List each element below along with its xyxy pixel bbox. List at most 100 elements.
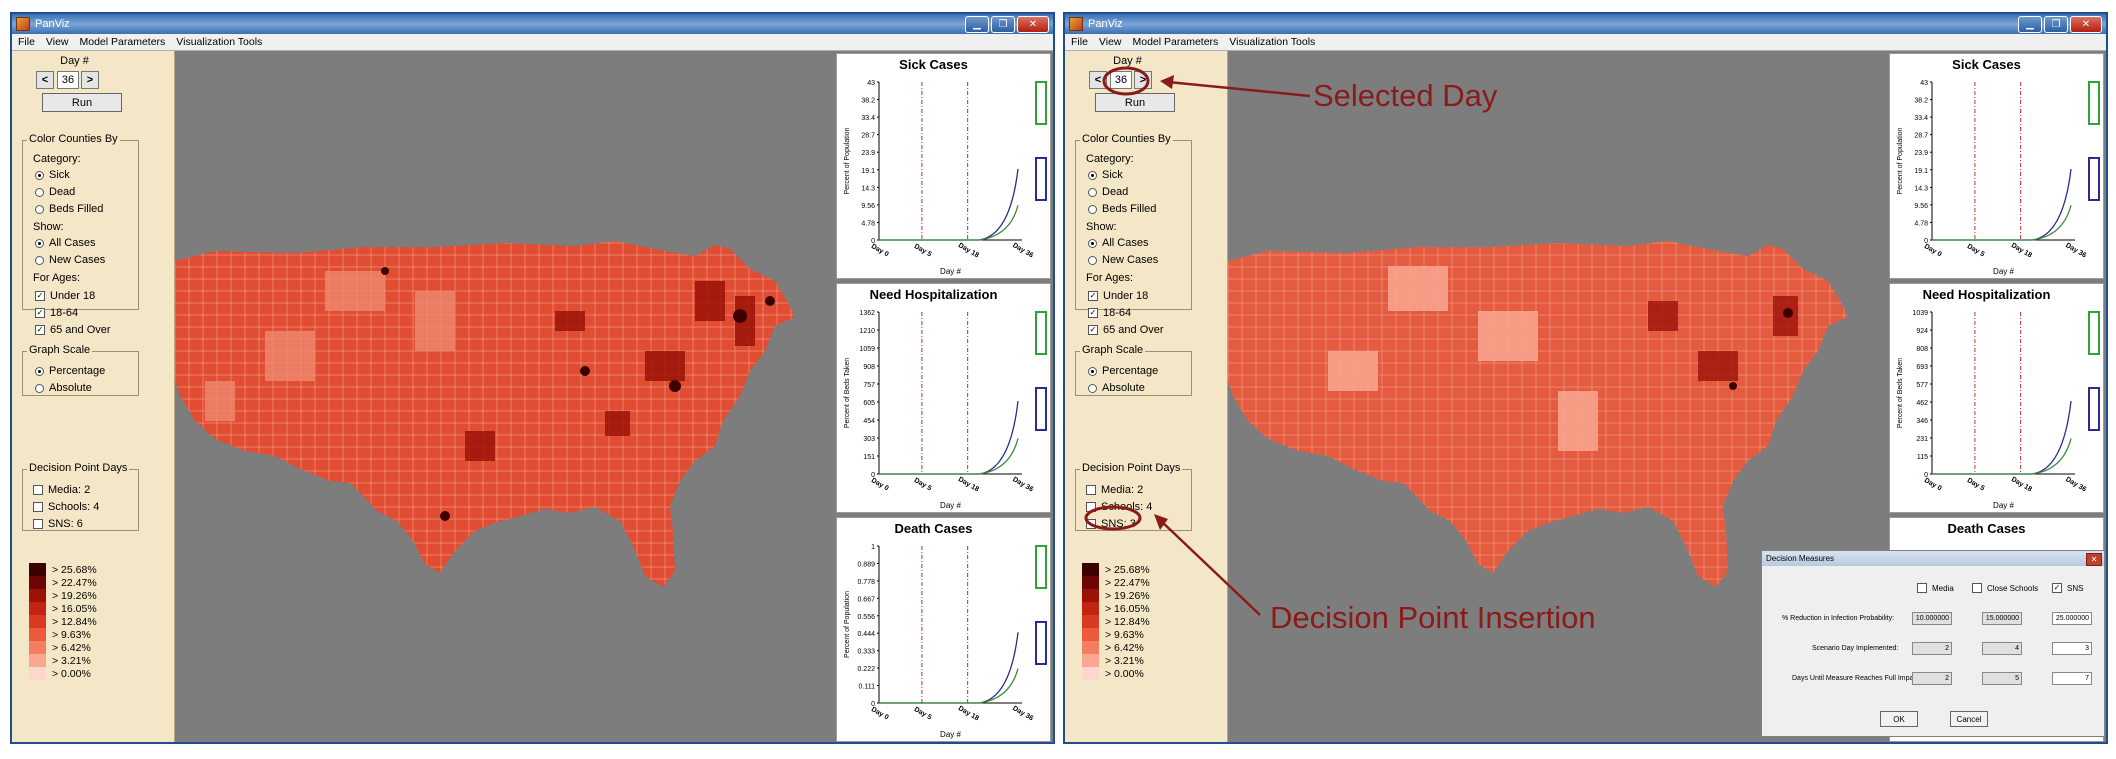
y-tick-label: 38.2 <box>1914 98 1928 105</box>
cancel-button[interactable]: Cancel <box>1950 711 1988 727</box>
legend-green-tag <box>1035 311 1047 355</box>
check-media[interactable]: Media: 2 <box>33 484 90 496</box>
y-axis-label: Percent of Population <box>1897 127 1904 194</box>
reduction-sns-field[interactable]: 25.000000 <box>2052 612 2092 625</box>
radio-percentage[interactable]: Percentage <box>1088 365 1158 377</box>
day-schools-field[interactable]: 4 <box>1982 642 2022 655</box>
menu-visualization-tools[interactable]: Visualization Tools <box>176 36 262 48</box>
check-under-18[interactable]: ✓ Under 18 <box>1088 290 1148 302</box>
close-button[interactable]: ✕ <box>2070 15 2102 33</box>
check-measure-media[interactable]: Media <box>1917 583 1954 593</box>
checkbox-label: 18-64 <box>1103 307 1132 319</box>
title-bar[interactable]: PanViz ▁ ❐ ✕ <box>12 14 1053 34</box>
minimize-button[interactable]: ▁ <box>2018 15 2042 33</box>
days-full-sns-field[interactable]: 7 <box>2052 672 2092 685</box>
title-bar[interactable]: PanViz ▁ ❐ ✕ <box>1065 14 2106 34</box>
radio-dead[interactable]: Dead <box>1088 186 1128 198</box>
radio-icon <box>1088 170 1097 180</box>
y-tick-label: 28.7 <box>1914 133 1928 140</box>
menu-visualization-tools[interactable]: Visualization Tools <box>1229 36 1315 48</box>
series-line-green <box>879 438 1019 475</box>
menu-file[interactable]: File <box>18 36 35 48</box>
reduction-schools-field[interactable]: 15.000000 <box>1982 612 2022 625</box>
legend-label: > 22.47% <box>1105 576 1150 589</box>
check-schools[interactable]: Schools: 4 <box>33 501 99 513</box>
y-tick-label: 4.78 <box>861 220 875 227</box>
close-button[interactable]: ✕ <box>1017 15 1049 33</box>
x-tick-label: Day 18 <box>957 476 980 493</box>
dialog-close-icon[interactable]: ✕ <box>2086 553 2102 566</box>
check-18-64[interactable]: ✓ 18-64 <box>1088 307 1131 319</box>
window-title: PanViz <box>1088 18 1123 30</box>
radio-all-cases[interactable]: All Cases <box>1088 237 1148 249</box>
legend-green-tag <box>1035 545 1047 589</box>
check-media[interactable]: Media: 2 <box>1086 484 1143 496</box>
legend-swatch <box>29 563 46 576</box>
radio-label: Dead <box>1102 186 1129 198</box>
hotspot <box>669 380 681 392</box>
minimize-button[interactable]: ▁ <box>965 15 989 33</box>
radio-label: All Cases <box>1102 237 1149 249</box>
y-tick-label: 1362 <box>859 310 875 317</box>
radio-label: Sick <box>49 169 70 181</box>
check-under-18[interactable]: ✓ Under 18 <box>35 290 95 302</box>
check-measure-sns[interactable]: ✓ SNS <box>2052 583 2083 593</box>
region-light <box>1558 391 1598 451</box>
x-tick-label: Day 5 <box>913 243 933 258</box>
radio-absolute[interactable]: Absolute <box>35 382 92 394</box>
dialog-title: Decision Measures <box>1762 551 2104 566</box>
series-line-blue <box>879 401 1019 475</box>
day-input[interactable]: 36 <box>57 71 79 89</box>
color-counties-group: Color Counties By Category: Sick Dead Be… <box>22 133 139 336</box>
run-button[interactable]: Run <box>42 93 122 112</box>
y-tick-label: 38.2 <box>861 98 875 105</box>
check-65-over[interactable]: ✓ 65 and Over <box>35 324 111 336</box>
radio-beds-filled[interactable]: Beds Filled <box>35 203 103 215</box>
radio-absolute[interactable]: Absolute <box>1088 382 1145 394</box>
region-dark <box>605 411 630 436</box>
check-sns[interactable]: SNS: 6 <box>33 518 83 530</box>
days-full-media-field[interactable]: 2 <box>1912 672 1952 685</box>
x-axis-label: Day # <box>1993 267 2014 276</box>
check-measure-close-schools[interactable]: Close Schools <box>1972 583 2038 593</box>
region-light <box>1328 351 1378 391</box>
legend-label: > 19.26% <box>52 589 97 602</box>
checkbox-icon <box>1972 583 1982 593</box>
days-full-schools-field[interactable]: 5 <box>1982 672 2022 685</box>
radio-all-cases[interactable]: All Cases <box>35 237 95 249</box>
radio-new-cases[interactable]: New Cases <box>1088 254 1158 266</box>
maximize-button[interactable]: ❐ <box>991 15 1015 33</box>
reduction-media-field[interactable]: 10.000000 <box>1912 612 1952 625</box>
y-tick-label: 454 <box>863 418 875 425</box>
radio-sick[interactable]: Sick <box>35 169 70 181</box>
day-sns-field[interactable]: 3 <box>2052 642 2092 655</box>
menu-view[interactable]: View <box>1099 36 1122 48</box>
legend-swatch <box>1082 589 1099 602</box>
y-tick-label: 1059 <box>859 346 875 353</box>
checkbox-label: Schools: 4 <box>48 501 100 513</box>
radio-dead[interactable]: Dead <box>35 186 75 198</box>
decision-insertion-circle <box>1084 505 1142 531</box>
menu-model-parameters[interactable]: Model Parameters <box>1133 36 1219 48</box>
radio-sick[interactable]: Sick <box>1088 169 1123 181</box>
menu-file[interactable]: File <box>1071 36 1088 48</box>
x-tick-label: Day 36 <box>1011 476 1034 493</box>
next-day-button[interactable]: > <box>81 71 99 89</box>
legend-blue-tag <box>1035 621 1047 665</box>
y-tick-label: 4.78 <box>1914 220 1928 227</box>
radio-new-cases[interactable]: New Cases <box>35 254 105 266</box>
menu-view[interactable]: View <box>46 36 69 48</box>
us-county-map[interactable] <box>175 51 833 742</box>
check-18-64[interactable]: ✓ 18-64 <box>35 307 78 319</box>
menu-model-parameters[interactable]: Model Parameters <box>80 36 166 48</box>
prev-day-button[interactable]: < <box>36 71 54 89</box>
graph-svg: 1362121010599087576054543031510Percent o… <box>844 310 1047 510</box>
ok-button[interactable]: OK <box>1880 711 1918 727</box>
day-media-field[interactable]: 2 <box>1912 642 1952 655</box>
legend-blue-tag <box>2088 157 2100 201</box>
radio-beds-filled[interactable]: Beds Filled <box>1088 203 1156 215</box>
panviz-window-left: PanViz ▁ ❐ ✕ File View Model Parameters … <box>10 12 1055 744</box>
series-line-blue <box>1932 168 2072 241</box>
maximize-button[interactable]: ❐ <box>2044 15 2068 33</box>
radio-percentage[interactable]: Percentage <box>35 365 105 377</box>
